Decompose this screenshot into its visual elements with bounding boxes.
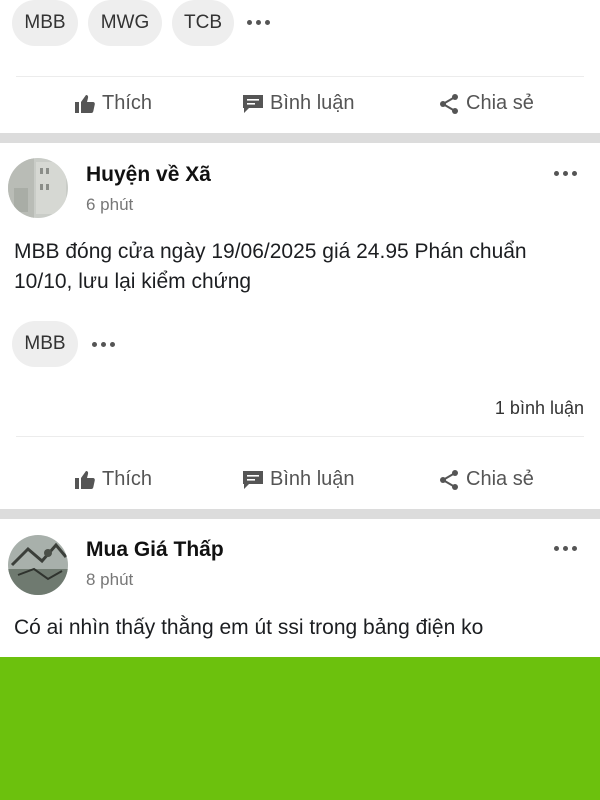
like-label: Thích [102,468,153,490]
post-author[interactable]: Huyện về Xã [86,163,211,187]
post-text: MBB đóng cửa ngày 19/06/2025 giá 24.95 P… [14,240,527,293]
more-tags-icon[interactable] [247,20,270,25]
post-options-icon[interactable] [554,546,577,551]
post-author[interactable]: Mua Giá Thấp [86,538,224,562]
like-label: Thích [102,92,153,114]
avatar-image [8,158,68,218]
thumbs-up-icon [75,470,95,489]
like-button[interactable]: Thích [74,92,152,115]
avatar-image [8,535,68,595]
divider [16,76,584,77]
comment-button[interactable]: Bình luận [242,468,355,491]
comment-icon [243,94,263,113]
tag-chip-mbb[interactable]: MBB [12,321,78,367]
comment-icon [243,470,263,489]
comment-label: Bình luận [270,468,355,490]
comment-button[interactable]: Bình luận [242,92,355,115]
divider [16,436,584,437]
post-separator [0,509,600,519]
share-icon [440,93,458,114]
post-text: Có ai nhìn thấy thằng em út ssi trong bả… [14,616,484,639]
like-button[interactable]: Thích [74,468,152,491]
share-button[interactable]: Chia sẻ [438,92,534,115]
post-time: 8 phút [86,570,134,589]
comment-count[interactable]: 1 bình luận [495,398,584,419]
green-banner [0,657,600,800]
avatar[interactable] [8,535,68,595]
thumbs-up-icon [75,94,95,113]
share-button[interactable]: Chia sẻ [438,468,534,491]
avatar[interactable] [8,158,68,218]
post-options-icon[interactable] [554,171,577,176]
share-label: Chia sẻ [466,92,534,114]
more-tags-icon[interactable] [92,342,115,347]
share-icon [440,469,458,490]
tag-chip-tcb[interactable]: TCB [172,0,234,46]
tag-chip-mwg[interactable]: MWG [88,0,162,46]
share-label: Chia sẻ [466,468,534,490]
post-separator [0,133,600,143]
comment-label: Bình luận [270,92,355,114]
tag-chip-mbb[interactable]: MBB [12,0,78,46]
post-time: 6 phút [86,195,134,214]
